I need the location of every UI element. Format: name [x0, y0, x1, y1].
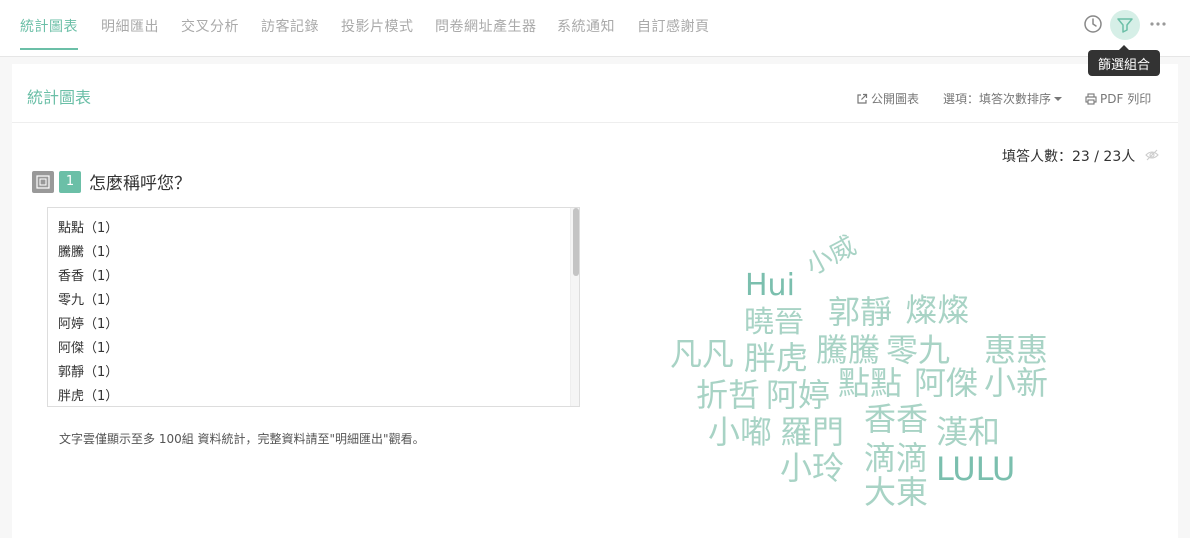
word-cloud-word: 小嘟 [708, 413, 773, 451]
word-cloud-word: 郭靜 [828, 293, 893, 331]
tab-visitor-log[interactable]: 訪客記錄 [261, 16, 319, 36]
top-nav: 統計圖表 明細匯出 交叉分析 訪客記錄 投影片模式 問卷網址產生器 系統通知 自… [0, 0, 1190, 52]
statistics-panel: 統計圖表 公開圖表 選項：填答次數排序 PDF 列印 填答人數：23 / 23人… [12, 64, 1178, 538]
filter-icon [1117, 18, 1133, 33]
tab-thank-you-page[interactable]: 自訂感謝頁 [637, 16, 710, 36]
word-cloud-word: LULU [936, 450, 1016, 488]
word-cloud-word: 羅門 [780, 413, 845, 451]
word-cloud-word: 阿婷 [766, 376, 831, 414]
more-icon[interactable] [1146, 12, 1170, 36]
word-cloud-word: 惠惠 [984, 331, 1049, 369]
word-cloud-word: 騰騰 [816, 331, 881, 369]
word-cloud: Hui 小威 郭靜 燦燦 曉晉 凡凡 胖虎 騰騰 零九 惠惠 折哲 阿婷 點點 … [12, 64, 1178, 538]
tab-slideshow[interactable]: 投影片模式 [341, 16, 414, 36]
word-cloud-word: 凡凡 [670, 335, 735, 373]
word-cloud-word: Hui [745, 268, 795, 303]
word-cloud-word: 小威 [801, 230, 862, 282]
word-cloud-word: 零九 [886, 331, 951, 369]
clock-icon[interactable] [1081, 12, 1105, 36]
word-cloud-word: 阿傑 [914, 364, 979, 402]
tab-notifications[interactable]: 系統通知 [557, 16, 615, 36]
word-cloud-word: 胖虎 [744, 339, 809, 377]
filter-tooltip: 篩選組合 [1088, 45, 1160, 76]
word-cloud-word: 曉晉 [744, 305, 804, 340]
word-cloud-word: 小玲 [780, 449, 845, 487]
tab-export[interactable]: 明細匯出 [101, 16, 159, 36]
word-cloud-word: 大東 [864, 473, 929, 511]
tab-cross-analysis[interactable]: 交叉分析 [181, 16, 239, 36]
word-cloud-word: 折哲 [696, 376, 761, 414]
word-cloud-word: 漢和 [936, 413, 1001, 451]
word-cloud-word: 滴滴 [864, 439, 929, 477]
word-cloud-word: 小新 [984, 364, 1049, 402]
active-tab-indicator [20, 48, 78, 50]
tab-url-generator[interactable]: 問卷網址產生器 [435, 16, 537, 36]
word-cloud-word: 點點 [838, 364, 903, 402]
tab-statistics[interactable]: 統計圖表 [20, 16, 78, 36]
word-cloud-word: 燦燦 [905, 291, 970, 329]
filter-button[interactable] [1110, 10, 1140, 40]
word-cloud-word: 香香 [864, 400, 929, 438]
